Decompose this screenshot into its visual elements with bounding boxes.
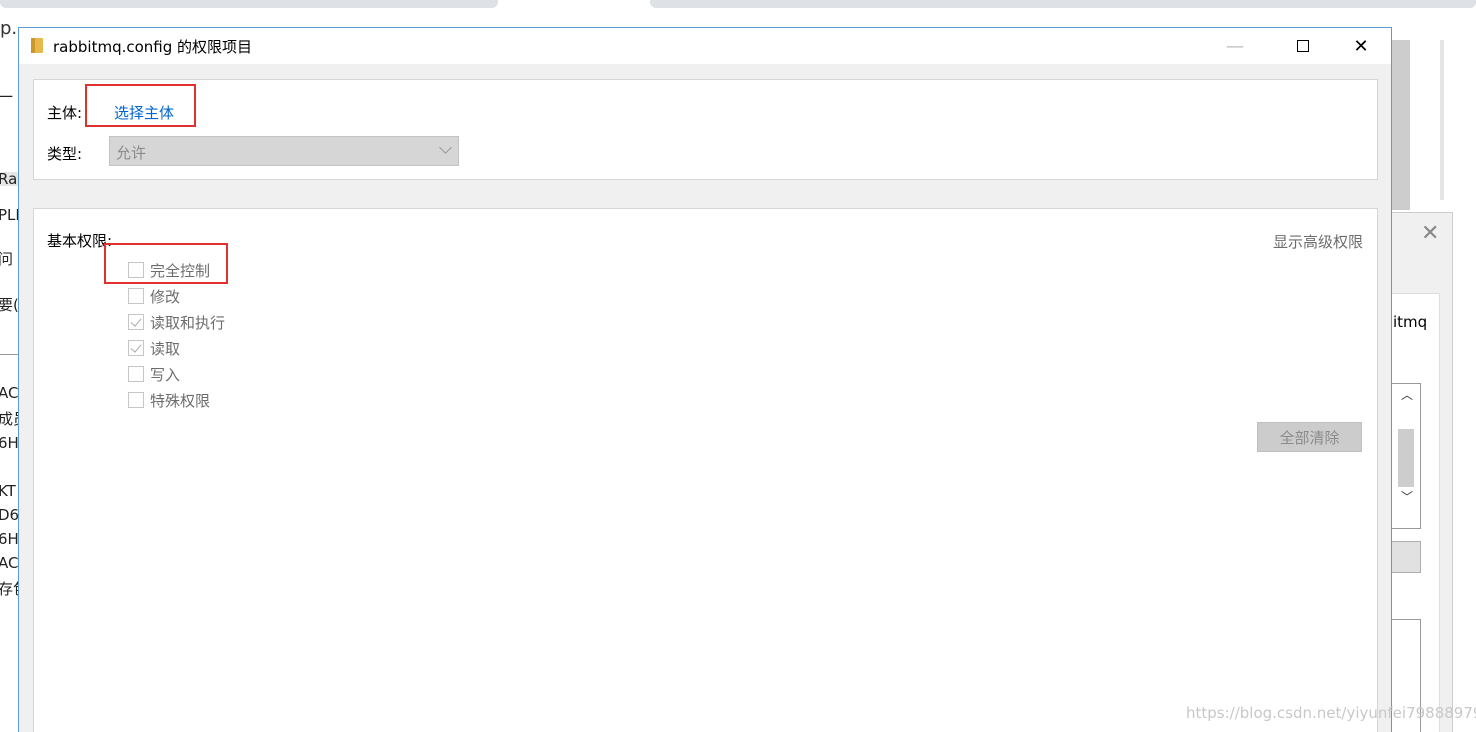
background-list[interactable]: ︿ ﹀: [1391, 383, 1421, 529]
background-text: 6H: [0, 434, 18, 452]
background-strip: [1440, 40, 1444, 200]
basic-permissions-panel: 基本权限: 显示高级权限 完全控制 修改 读取和执行 读取 写入 特殊权限 全部…: [33, 208, 1378, 732]
background-url-fragment: p.: [0, 18, 18, 39]
type-select-value: 允许: [116, 144, 147, 162]
permission-modify[interactable]: 修改: [128, 286, 180, 306]
checkbox[interactable]: [128, 392, 144, 408]
background-text: KT: [0, 482, 16, 500]
show-advanced-permissions-link[interactable]: 显示高级权限: [1273, 231, 1363, 252]
permission-label: 读取和执行: [150, 313, 226, 332]
maximize-button[interactable]: [1274, 28, 1332, 64]
browser-tab[interactable]: [650, 0, 1476, 8]
background-left-window: 一 Rab PLK 问 要( AC 成员 6H KT D6I 6H AC 存包: [0, 40, 18, 732]
close-button[interactable]: ✕: [1332, 28, 1390, 64]
minimize-icon: —: [1226, 35, 1244, 57]
background-text: 要(: [0, 296, 18, 314]
permission-entry-dialog: rabbitmq.config 的权限项目 — ✕ 主体: 选择主体 类型: 允…: [18, 27, 1392, 732]
highlight-box-full-control: [104, 243, 228, 284]
title-bar[interactable]: rabbitmq.config 的权限项目 — ✕: [19, 28, 1391, 64]
basic-permissions-label: 基本权限:: [47, 232, 113, 250]
checkbox[interactable]: [128, 288, 144, 304]
chevron-down-icon[interactable]: ﹀: [1401, 488, 1413, 505]
background-text: itmq: [1393, 313, 1428, 331]
scrollbar-thumb[interactable]: [1398, 429, 1414, 487]
highlight-box-principal: [85, 84, 196, 127]
checkbox[interactable]: [128, 314, 144, 330]
background-text: 存包: [0, 580, 18, 598]
background-text: AC: [0, 554, 18, 572]
browser-tab-strip: [0, 0, 1476, 14]
background-text: Rab: [0, 170, 18, 188]
permission-special[interactable]: 特殊权限: [128, 390, 210, 410]
permission-write[interactable]: 写入: [128, 364, 180, 384]
checkbox[interactable]: [128, 366, 144, 382]
type-label: 类型:: [47, 145, 83, 163]
permission-label: 读取: [150, 339, 181, 358]
background-text: 6H: [0, 530, 18, 548]
dialog-title: rabbitmq.config 的权限项目: [53, 38, 253, 56]
principal-label: 主体:: [47, 104, 83, 122]
principal-panel: 主体: 选择主体 类型: 允许: [33, 79, 1378, 180]
background-divider: [0, 354, 18, 355]
maximize-icon: [1297, 40, 1309, 52]
close-icon[interactable]: ✕: [1421, 221, 1439, 246]
background-text: D6I: [0, 506, 18, 524]
chevron-down-icon: [439, 141, 452, 154]
background-text: 成员: [0, 410, 18, 428]
background-text: 一: [0, 88, 14, 106]
background-scrollbar[interactable]: [1392, 40, 1410, 210]
chevron-up-icon[interactable]: ︿: [1401, 386, 1413, 403]
type-select[interactable]: 允许: [109, 136, 459, 166]
folder-icon: [31, 38, 43, 53]
clear-all-button[interactable]: 全部清除: [1257, 422, 1362, 452]
background-button[interactable]: [1391, 541, 1421, 573]
background-dialog: ✕ itmq ︿ ﹀: [1391, 212, 1453, 732]
permission-label: 写入: [150, 365, 181, 384]
permission-read-execute[interactable]: 读取和执行: [128, 312, 225, 332]
minimize-button[interactable]: —: [1206, 28, 1264, 64]
close-icon: ✕: [1353, 35, 1369, 57]
background-text: AC: [0, 384, 18, 402]
browser-tab[interactable]: [0, 0, 498, 8]
permission-label: 修改: [150, 287, 181, 306]
background-text: 问: [0, 250, 14, 268]
permission-read[interactable]: 读取: [128, 338, 180, 358]
permission-label: 特殊权限: [150, 391, 211, 410]
checkbox[interactable]: [128, 340, 144, 356]
watermark: https://blog.csdn.net/yiyunfei798889793: [1186, 704, 1476, 722]
background-text: PLK: [0, 206, 18, 224]
